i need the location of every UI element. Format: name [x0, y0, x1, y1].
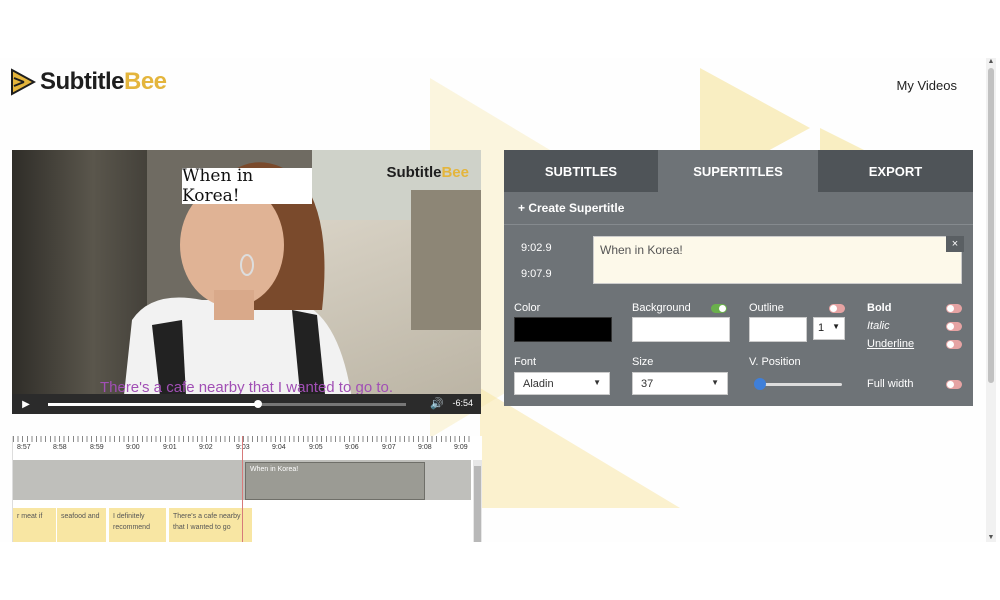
vposition-label: V. Position [749, 356, 801, 368]
divider [504, 224, 973, 225]
scroll-up-arrow-icon[interactable]: ▲ [987, 58, 995, 66]
video-controls: ▶ 🔊 -6:54 [12, 394, 481, 414]
video-player[interactable]: When in Korea! SubtitleBee There's a caf… [12, 150, 481, 414]
subtitle-cue[interactable]: r meat if [13, 508, 57, 542]
tab-export[interactable]: EXPORT [818, 150, 973, 192]
subtitle-cue[interactable]: seafood and [57, 508, 107, 542]
tick-label: 9:02 [199, 444, 213, 451]
tab-subtitles[interactable]: SUBTITLES [504, 150, 658, 192]
underline-label: Underline [867, 338, 915, 350]
logo-text: SubtitleBee [40, 68, 167, 96]
font-label: Font [514, 356, 537, 368]
fullwidth-toggle[interactable] [946, 380, 962, 389]
timeline-playhead[interactable] [242, 436, 243, 542]
scroll-down-arrow-icon[interactable]: ▼ [987, 534, 995, 542]
logo-text-part1: Subtitle [40, 68, 125, 95]
italic-toggle[interactable] [946, 322, 962, 331]
timeline-scroll-thumb[interactable] [474, 466, 481, 542]
tab-bar: SUBTITLES SUPERTITLES EXPORT [504, 150, 973, 192]
outline-width-value: 1 [818, 322, 825, 334]
color-label: Color [514, 302, 541, 314]
watermark-logo: SubtitleBee [386, 164, 469, 181]
chevron-down-icon: ▼ [593, 378, 601, 387]
subtitle-cue[interactable]: I definitely recommend [109, 508, 167, 542]
start-time[interactable]: 9:02.9 [521, 242, 552, 254]
font-value: Aladin [523, 378, 554, 390]
progress-remaining[interactable] [258, 403, 406, 406]
tick-label: 9:06 [345, 444, 359, 451]
close-icon[interactable]: × [946, 236, 964, 252]
tick-label: 9:09 [454, 444, 468, 451]
logo[interactable]: SubtitleBee [10, 68, 167, 96]
video-frame-wall [411, 190, 481, 330]
chevron-down-icon: ▼ [711, 378, 719, 387]
tick-label: 9:05 [309, 444, 323, 451]
font-select[interactable]: Aladin ▼ [514, 372, 610, 395]
decor-triangle [480, 388, 680, 508]
end-time[interactable]: 9:07.9 [521, 268, 552, 280]
outline-width-select[interactable]: 1 ▼ [813, 317, 845, 340]
outline-color-picker[interactable] [749, 317, 807, 342]
tab-supertitles[interactable]: SUPERTITLES [658, 150, 818, 192]
tick-label: 8:59 [90, 444, 104, 451]
size-label: Size [632, 356, 654, 368]
supertitle-block-label: When in Korea! [250, 466, 299, 473]
background-label: Background [632, 302, 691, 314]
vposition-slider-handle[interactable] [754, 378, 766, 390]
watermark-part2: Bee [441, 164, 469, 181]
timeline-scrollbar[interactable] [473, 460, 482, 542]
background-toggle[interactable] [711, 304, 727, 313]
supertitle-overlay: When in Korea! [182, 166, 312, 206]
tick-label: 9:08 [418, 444, 432, 451]
bold-toggle[interactable] [946, 304, 962, 313]
tick-label: 8:57 [17, 444, 31, 451]
outline-toggle[interactable] [829, 304, 845, 313]
fullwidth-label: Full width [867, 378, 914, 390]
vposition-slider[interactable] [756, 383, 842, 386]
supertitle-text-input[interactable]: When in Korea! [593, 236, 962, 284]
tick-label: 9:00 [126, 444, 140, 451]
bold-label: Bold [867, 302, 892, 314]
page-scrollbar[interactable]: ▲ ▼ [986, 58, 996, 542]
create-supertitle-button[interactable]: + Create Supertitle [518, 201, 624, 215]
watermark-part1: Subtitle [386, 164, 442, 181]
supertitle-block[interactable]: When in Korea! [245, 462, 425, 500]
underline-toggle[interactable] [946, 340, 962, 349]
background-color-picker[interactable] [632, 317, 730, 342]
size-select[interactable]: 37 ▼ [632, 372, 728, 395]
tick-label: 9:01 [163, 444, 177, 451]
outline-label: Outline [749, 302, 784, 314]
italic-label: Italic [867, 320, 890, 332]
timeline[interactable]: 8:57 8:58 8:59 9:00 9:01 9:02 9:03 9:04 … [12, 436, 482, 542]
play-icon[interactable]: ▶ [12, 399, 40, 410]
my-videos-link[interactable]: My Videos [897, 78, 957, 93]
logo-icon [10, 68, 37, 96]
time-remaining: -6:54 [452, 398, 473, 408]
editor-panel: SUBTITLES SUPERTITLES EXPORT + Create Su… [504, 150, 973, 406]
tick-label: 9:07 [382, 444, 396, 451]
scroll-thumb[interactable] [988, 68, 994, 383]
tick-label: 8:58 [53, 444, 67, 451]
page: SubtitleBee My Videos ▲ ▼ When in Korea!… [0, 58, 1000, 542]
color-picker[interactable] [514, 317, 612, 342]
chevron-down-icon: ▼ [832, 322, 840, 331]
tick-label: 9:04 [272, 444, 286, 451]
subtitle-cue[interactable]: There's a cafe nearby that I wanted to g… [169, 508, 253, 542]
progress-played[interactable] [48, 403, 258, 406]
size-value: 37 [641, 378, 654, 390]
progress-handle[interactable] [254, 400, 262, 408]
logo-text-part2: Bee [124, 68, 167, 95]
volume-icon[interactable]: 🔊 [430, 397, 444, 410]
